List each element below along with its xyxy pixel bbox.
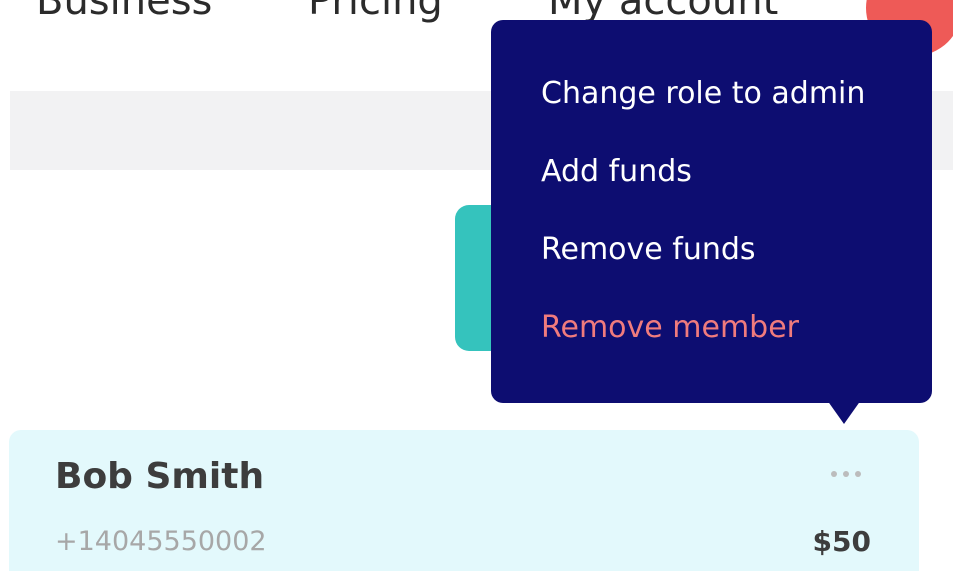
more-options-button[interactable] bbox=[819, 458, 873, 490]
nav-pricing-link[interactable]: Pricing bbox=[308, 0, 443, 24]
member-balance: $50 bbox=[812, 525, 871, 558]
more-horizontal-icon bbox=[831, 471, 837, 477]
member-name: Bob Smith bbox=[55, 456, 265, 497]
page: Business Pricing My account Bob Smith +1… bbox=[0, 0, 953, 571]
more-horizontal-icon bbox=[843, 471, 849, 477]
menu-caret bbox=[827, 400, 861, 424]
menu-item-remove-funds[interactable]: Remove funds bbox=[541, 232, 756, 267]
member-actions-menu: Change role to admin Add funds Remove fu… bbox=[491, 20, 932, 403]
menu-item-change-role[interactable]: Change role to admin bbox=[541, 76, 865, 111]
nav-business-link[interactable]: Business bbox=[36, 0, 212, 24]
member-card: Bob Smith +14045550002 $50 bbox=[9, 430, 919, 571]
more-horizontal-icon bbox=[855, 471, 861, 477]
menu-item-add-funds[interactable]: Add funds bbox=[541, 154, 692, 189]
member-phone: +14045550002 bbox=[55, 526, 267, 557]
menu-item-remove-member[interactable]: Remove member bbox=[541, 310, 799, 345]
